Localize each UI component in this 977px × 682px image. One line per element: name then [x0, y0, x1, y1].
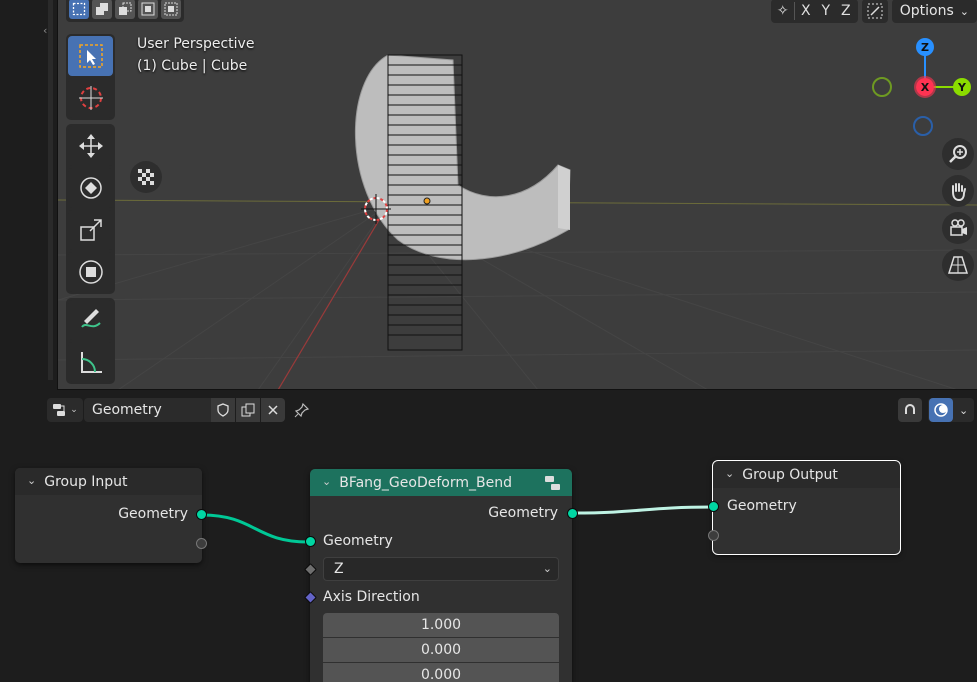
move-tool-icon[interactable]	[68, 126, 113, 166]
select-new-icon[interactable]	[69, 0, 89, 19]
collapse-chevron-icon[interactable]: ⌄	[725, 467, 734, 480]
geometry-output-socket[interactable]	[196, 509, 207, 520]
gizmo-y-label: Y	[957, 81, 967, 94]
node-editor-icon	[53, 404, 66, 416]
tool-shelf	[66, 34, 115, 384]
snap-icon[interactable]	[861, 0, 888, 23]
annotate-tools	[66, 298, 115, 384]
grid-view-icon[interactable]	[942, 249, 974, 281]
selection-mode-group	[66, 0, 184, 22]
select-extend-icon[interactable]	[92, 0, 112, 19]
left-side-region: ‹	[0, 0, 58, 390]
overlay-icon[interactable]	[929, 398, 953, 422]
rotate-tool-icon[interactable]	[68, 168, 113, 208]
collapse-arrow-icon[interactable]: ‹	[43, 24, 47, 37]
chevron-down-icon: ⌄	[959, 4, 969, 18]
mirror-icon[interactable]: ✧	[774, 3, 792, 19]
measure-tool-icon[interactable]	[68, 342, 113, 382]
transform-tool-icon[interactable]	[68, 252, 113, 292]
vector-z-field[interactable]: 0.000	[323, 663, 559, 682]
group-output-node[interactable]: ⌄ Group Output Geometry	[708, 460, 901, 555]
editor-type-button[interactable]: ⌄	[47, 398, 83, 422]
bend-group-node[interactable]: ⌄ BFang_GeoDeform_Bend Geometry Geometry…	[304, 469, 578, 682]
navigation-gizmo[interactable]: Z Y X	[857, 34, 977, 144]
group-input-node[interactable]: ⌄ Group Input Geometry	[15, 468, 207, 563]
axis-dropdown[interactable]: Z ⌄	[323, 557, 559, 581]
snap-magnet-icon[interactable]	[898, 398, 922, 422]
zoom-icon[interactable]	[942, 138, 974, 170]
node-tree-name[interactable]: Geometry Nodes	[84, 398, 211, 442]
node-canvas[interactable]: ⌄ Group Input Geometry ⌄ BFang_GeoDeform…	[0, 425, 977, 682]
chevron-down-icon[interactable]: ⌄	[955, 404, 968, 417]
select-intersect-icon[interactable]	[161, 0, 181, 19]
geometry-output-socket[interactable]	[567, 508, 578, 519]
active-object-label: (1) Cube | Cube	[137, 58, 248, 74]
empty-input-socket[interactable]	[708, 530, 719, 541]
cursor-tool-icon[interactable]	[68, 78, 113, 118]
view-perspective-label: User Perspective	[137, 36, 255, 52]
node-title: Group Input	[44, 473, 128, 490]
select-invert-icon[interactable]	[138, 0, 158, 19]
axis-lock-group: ✧ X Y Z	[770, 0, 858, 23]
overlay-toggle-group: ⌄	[928, 398, 974, 422]
pin-icon[interactable]	[290, 398, 314, 422]
axis-value: Z	[334, 561, 344, 577]
input-label: Geometry	[727, 498, 797, 514]
duplicate-icon[interactable]	[236, 398, 260, 422]
axis-lock-x[interactable]: X	[797, 3, 815, 19]
options-dropdown[interactable]: Options ⌄	[891, 0, 977, 23]
3d-viewport[interactable]: User Perspective (1) Cube | Cube ✧ X Y Z…	[58, 0, 977, 390]
chevron-down-icon: ⌄	[542, 562, 552, 575]
input-label: Geometry	[323, 533, 393, 549]
node-title: BFang_GeoDeform_Bend	[339, 474, 512, 491]
scale-tool-icon[interactable]	[68, 210, 113, 250]
node-header[interactable]: ⌄ BFang_GeoDeform_Bend	[310, 469, 572, 496]
transform-tools	[66, 124, 115, 294]
chevron-down-icon: ⌄	[70, 405, 78, 415]
axis-lock-z[interactable]: Z	[837, 3, 855, 19]
viewport-nav-buttons	[942, 138, 974, 281]
output-label: Geometry	[118, 506, 188, 522]
axis-direction-label: Axis Direction	[323, 589, 420, 605]
checker-icon[interactable]	[130, 161, 162, 193]
region-divider[interactable]	[48, 0, 53, 380]
node-header[interactable]: ⌄ Group Input	[15, 468, 202, 495]
select-tools	[66, 34, 115, 120]
gizmo-z-label: Z	[921, 41, 929, 54]
geometry-input-socket[interactable]	[305, 536, 316, 547]
vector-y-field[interactable]: 0.000	[323, 638, 559, 662]
axis-lock-y[interactable]: Y	[817, 3, 835, 19]
camera-icon[interactable]	[942, 212, 974, 244]
collapse-chevron-icon[interactable]: ⌄	[322, 475, 331, 488]
node-group-icon[interactable]	[544, 475, 562, 495]
vector-x-field[interactable]: 1.000	[323, 613, 559, 637]
blender-window: ‹ User Perspective (1) Cube | Cube ✧ X Y…	[0, 0, 977, 682]
geometry-input-socket[interactable]	[708, 501, 719, 512]
annotate-tool-icon[interactable]	[68, 300, 113, 340]
gizmo-x-label: X	[921, 81, 930, 94]
fake-user-shield-icon[interactable]	[211, 398, 235, 422]
hand-pan-icon[interactable]	[942, 175, 974, 207]
collapse-chevron-icon[interactable]: ⌄	[27, 474, 36, 487]
divider	[793, 2, 795, 20]
node-editor-header: ⌄ Geometry Nodes ⌄	[0, 395, 977, 442]
node-header[interactable]: ⌄ Group Output	[713, 461, 900, 488]
node-title: Group Output	[742, 466, 838, 483]
empty-output-socket[interactable]	[196, 538, 207, 549]
viewport-header-right: ✧ X Y Z Options ⌄	[770, 0, 977, 24]
close-icon[interactable]	[261, 398, 285, 422]
output-label: Geometry	[488, 505, 558, 521]
select-box-tool-icon[interactable]	[68, 36, 113, 76]
select-subtract-icon[interactable]	[115, 0, 135, 19]
options-label: Options	[899, 3, 954, 19]
